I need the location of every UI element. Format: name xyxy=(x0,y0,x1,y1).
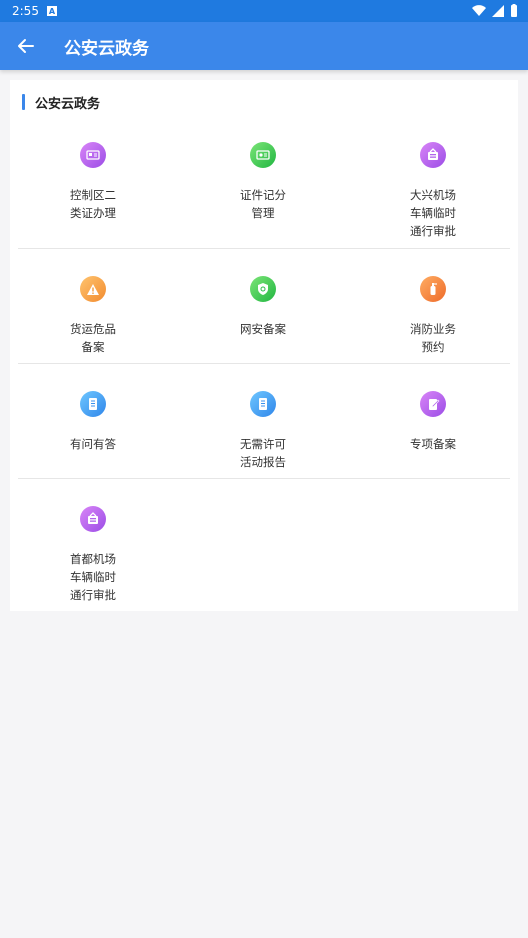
service-item-special-filing[interactable]: 专项备案 xyxy=(350,391,516,453)
fire-extinguisher-icon xyxy=(420,276,446,302)
app-bar: 公安云政务 xyxy=(0,22,528,70)
back-arrow-icon xyxy=(18,39,34,53)
warning-icon xyxy=(80,276,106,302)
qa-book-icon xyxy=(80,391,106,417)
service-item-hazmat-filing[interactable]: 货运危品 备案 xyxy=(10,276,176,356)
service-item-capital-vehicle-pass[interactable]: 首都机场 车辆临时 通行审批 xyxy=(10,506,176,604)
status-time: 2:55 xyxy=(12,4,39,18)
vehicle-pass-icon xyxy=(80,506,106,532)
vehicle-pass-icon xyxy=(420,142,446,168)
page-title: 公安云政务 xyxy=(64,38,149,59)
wifi-icon xyxy=(472,4,486,16)
service-item-control-area-pass[interactable]: 控制区二 类证办理 xyxy=(10,142,176,222)
service-label: 无需许可 活动报告 xyxy=(240,437,286,469)
service-label: 大兴机场 车辆临时 通行审批 xyxy=(410,188,456,238)
shield-icon xyxy=(250,276,276,302)
service-item-fire-appointment[interactable]: 消防业务 预约 xyxy=(350,276,516,356)
battery-icon xyxy=(511,4,517,17)
service-item-daxing-vehicle-pass[interactable]: 大兴机场 车辆临时 通行审批 xyxy=(350,142,516,240)
section-header: 公安云政务 xyxy=(22,92,100,112)
service-label: 控制区二 类证办理 xyxy=(70,188,116,220)
section-accent-bar xyxy=(22,94,25,110)
edit-note-icon xyxy=(420,391,446,417)
certificate-icon xyxy=(250,142,276,168)
service-item-cyber-filing[interactable]: 网安备案 xyxy=(180,276,346,338)
service-label: 货运危品 备案 xyxy=(70,322,116,354)
service-label: 有问有答 xyxy=(70,437,116,451)
service-label: 专项备案 xyxy=(410,437,456,451)
back-button[interactable] xyxy=(14,34,38,58)
row-divider xyxy=(18,248,510,249)
section-title: 公安云政务 xyxy=(35,96,101,112)
service-item-certificate-points[interactable]: 证件记分 管理 xyxy=(180,142,346,222)
service-label: 网安备案 xyxy=(240,322,286,336)
service-label: 消防业务 预约 xyxy=(410,322,456,354)
signal-icon xyxy=(492,4,504,17)
service-item-activity-report[interactable]: 无需许可 活动报告 xyxy=(180,391,346,471)
services-card: 公安云政务 控制区二 类证办理 证件记分 管理 大兴机场 车辆临时 通行审批 货… xyxy=(10,80,518,611)
id-card-icon xyxy=(80,142,106,168)
notification-badge-icon: A xyxy=(46,6,57,16)
row-divider xyxy=(18,478,510,479)
report-book-icon xyxy=(250,391,276,417)
status-bar: 2:55 A xyxy=(0,0,528,22)
service-item-qa[interactable]: 有问有答 xyxy=(10,391,176,453)
service-label: 证件记分 管理 xyxy=(240,188,286,220)
status-icons xyxy=(472,4,518,17)
service-label: 首都机场 车辆临时 通行审批 xyxy=(70,552,116,602)
row-divider xyxy=(18,363,510,364)
